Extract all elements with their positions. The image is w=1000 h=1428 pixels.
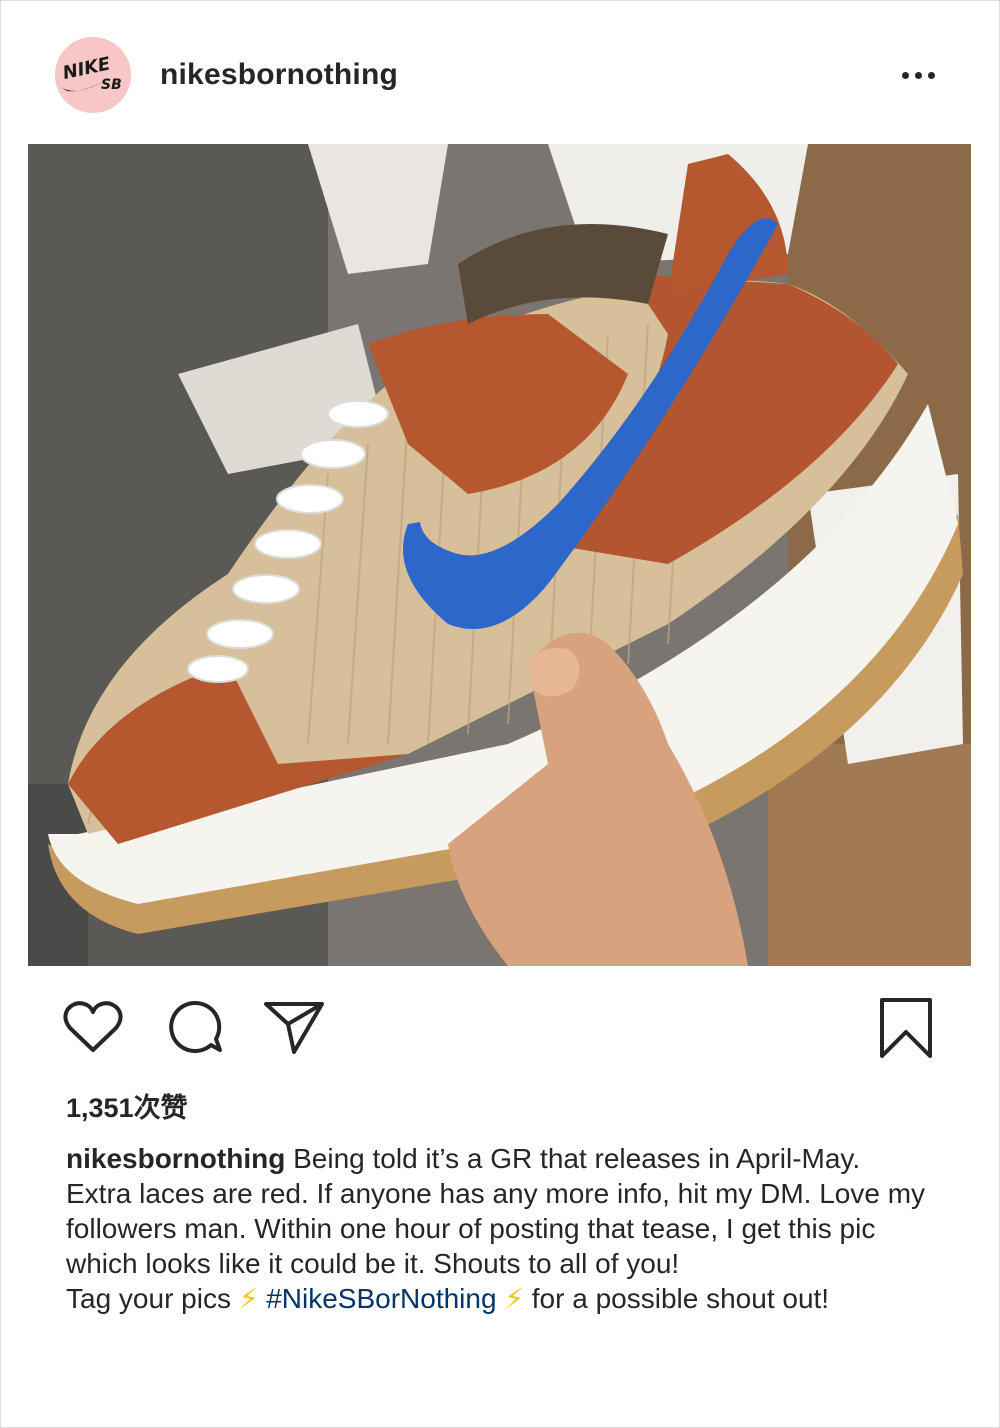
- likes-count[interactable]: 1,351次赞: [66, 1086, 188, 1125]
- nike-sb-logo-icon: NIKE SB: [55, 37, 131, 113]
- paper-plane-icon[interactable]: [262, 996, 326, 1063]
- lightning-icon: ⚡: [504, 1283, 524, 1314]
- sneaker-photo: [28, 144, 971, 966]
- heart-icon[interactable]: [62, 998, 124, 1061]
- lightning-icon: ⚡: [238, 1283, 259, 1314]
- caption-username[interactable]: nikesbornothing: [66, 1143, 285, 1174]
- caption-body: nikesbornothing Being told it’s a GR tha…: [66, 1141, 928, 1281]
- avatar[interactable]: NIKE SB: [55, 37, 131, 113]
- post-image[interactable]: [28, 144, 971, 966]
- post-caption: nikesbornothing Being told it’s a GR tha…: [66, 1141, 928, 1316]
- bookmark-icon[interactable]: [878, 996, 934, 1065]
- post-username[interactable]: nikesbornothing: [160, 58, 398, 92]
- tag-prefix: Tag your pics: [66, 1283, 231, 1314]
- post-header: NIKE SB nikesbornothing: [0, 0, 1000, 140]
- action-bar: [0, 990, 1000, 1070]
- caption-tag-line: Tag your pics ⚡ #NikeSBorNothing ⚡ for a…: [66, 1281, 928, 1316]
- tag-suffix: for a possible shout out!: [531, 1283, 830, 1314]
- more-options-icon[interactable]: [893, 62, 943, 88]
- svg-text:SB: SB: [101, 77, 122, 93]
- comment-icon[interactable]: [166, 998, 224, 1061]
- hashtag-link[interactable]: #NikeSBorNothing: [266, 1283, 496, 1314]
